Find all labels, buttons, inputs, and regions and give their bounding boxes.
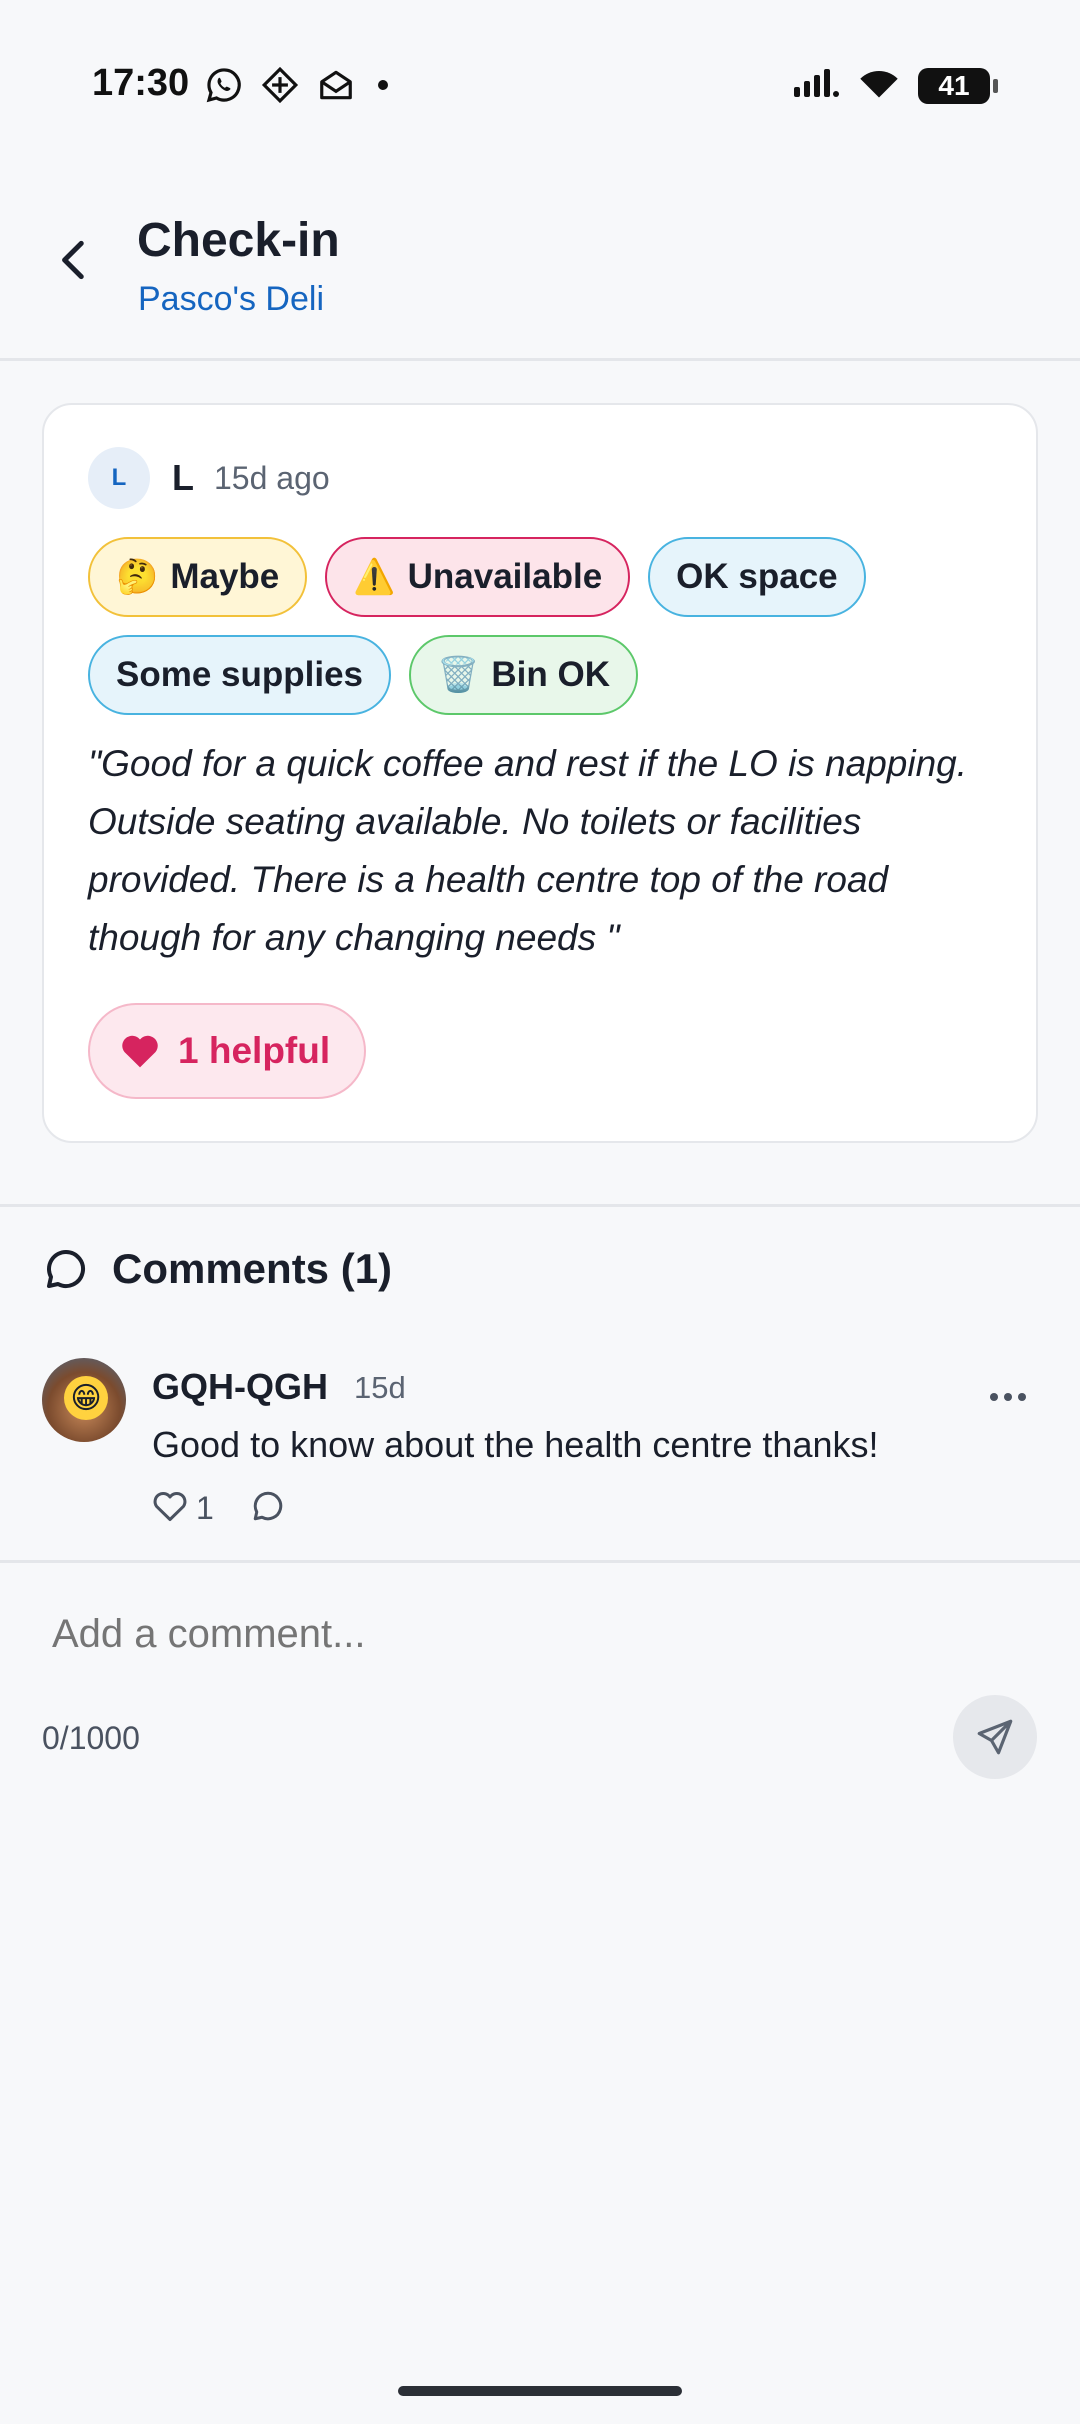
tag-label: OK space (676, 557, 838, 596)
avatar[interactable]: L (88, 447, 150, 509)
mail-open-icon (317, 66, 355, 109)
system-icons: 41 (792, 66, 998, 105)
helpful-button[interactable]: 1 helpful (88, 1003, 367, 1099)
signal-icon (792, 67, 840, 104)
author-name[interactable]: L (172, 457, 194, 499)
review-text: "Good for a quick coffee and rest if the… (88, 743, 968, 958)
char-count: 0/1000 (42, 1720, 140, 1756)
comment-input[interactable] (52, 1612, 952, 1657)
reply-button[interactable] (250, 1488, 286, 1529)
comments-title: Comments (1) (112, 1245, 393, 1292)
tag-chip-ok-space: OK space (648, 537, 866, 617)
more-options-button[interactable] (988, 1368, 1028, 1413)
status-bar: 17:30 41 (0, 0, 1080, 175)
back-button[interactable] (50, 235, 100, 285)
app-header: Check-in Pasco's Deli (0, 175, 1080, 360)
tag-label: Some supplies (116, 655, 364, 694)
bin-icon: 🗑️ (437, 656, 480, 694)
section-divider (0, 1204, 1080, 1207)
comment-bubble-icon (47, 1250, 85, 1288)
comment-item: 😁 GQH-QGH 15d Good to know about the hea… (42, 1358, 1038, 1538)
comments-header: Comments (1) (42, 1245, 392, 1293)
checkin-card: L L 15d ago 🤔 Maybe ⚠️ Unavailable OK sp… (42, 403, 1038, 1143)
heart-icon (122, 1035, 158, 1068)
status-time: 17:30 (92, 62, 190, 104)
wifi-icon (858, 66, 900, 105)
checkin-tags: 🤔 Maybe ⚠️ Unavailable OK space Some sup… (88, 537, 1008, 715)
home-indicator[interactable] (398, 2386, 682, 2396)
tag-label: Bin OK (491, 655, 610, 694)
heart-outline-icon (153, 1492, 187, 1521)
checkin-author: L L 15d ago (88, 447, 330, 509)
tag-label: Unavailable (407, 557, 603, 596)
like-button[interactable] (152, 1489, 188, 1528)
tag-chip-maybe: 🤔 Maybe (88, 537, 308, 617)
send-icon (977, 1719, 1013, 1755)
header-divider (0, 358, 1080, 361)
dot-icon (373, 75, 393, 100)
venue-link[interactable]: Pasco's Deli (138, 280, 324, 319)
warning-icon: ⚠️ (353, 558, 396, 596)
checkin-time: 15d ago (214, 459, 330, 496)
avatar[interactable]: 😁 (42, 1358, 126, 1442)
comment-text: Good to know about the health centre tha… (152, 1424, 879, 1465)
composer-divider (0, 1560, 1080, 1563)
like-count: 1 (196, 1490, 214, 1526)
more-horizontal-icon (990, 1393, 1026, 1401)
chevron-left-icon (62, 240, 84, 280)
grinning-face-icon: 😁 (64, 1376, 108, 1420)
tag-chip-bin-ok: 🗑️ Bin OK (409, 635, 638, 715)
battery-icon: 41 (918, 67, 998, 104)
helpful-label: 1 helpful (178, 1030, 331, 1071)
comment-author[interactable]: GQH-QGH (152, 1366, 328, 1408)
send-button[interactable] (953, 1695, 1037, 1779)
notification-icons (205, 66, 393, 109)
battery-level: 41 (938, 69, 970, 101)
tag-chip-some-supplies: Some supplies (88, 635, 392, 715)
whatsapp-icon (205, 66, 243, 109)
reply-bubble-icon (253, 1491, 283, 1521)
tag-label: Maybe (170, 557, 280, 596)
app-icon (261, 66, 299, 109)
comment-time: 15d (354, 1370, 406, 1405)
comment-actions: 1 (152, 1488, 286, 1529)
tag-chip-unavailable: ⚠️ Unavailable (325, 537, 631, 617)
page-title: Check-in (137, 214, 340, 267)
thinking-face-icon: 🤔 (116, 558, 159, 596)
